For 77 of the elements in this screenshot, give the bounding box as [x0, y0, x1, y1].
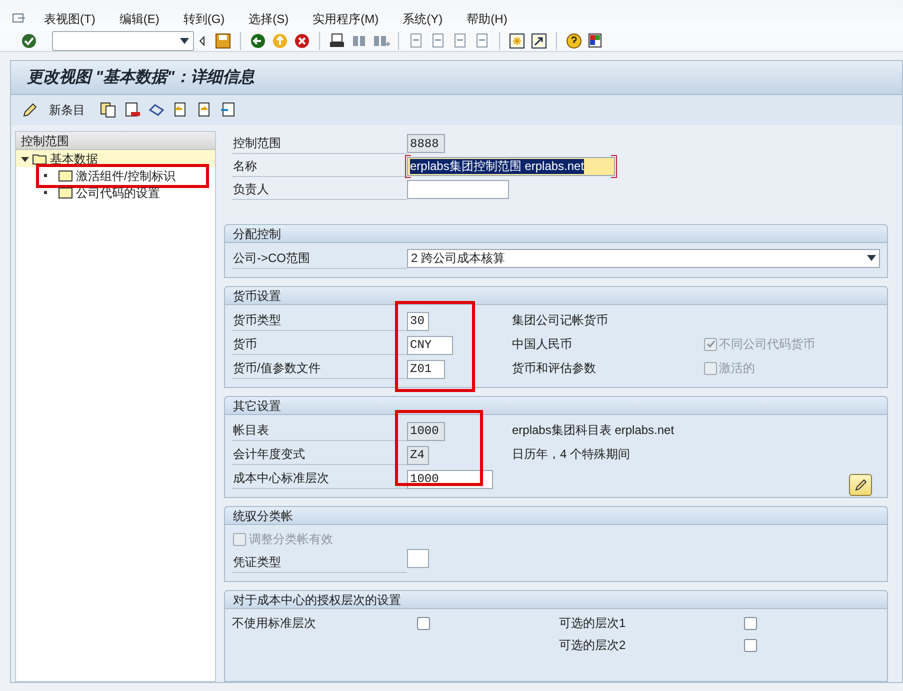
bullet-icon [44, 191, 47, 194]
checkbox-label: 激活的 [719, 360, 755, 377]
print-icon[interactable] [328, 32, 346, 50]
checkbox-label: 调整分类帐有效 [249, 531, 333, 548]
menu-item[interactable]: 转到(G) [183, 10, 231, 28]
bullet-icon [44, 174, 47, 177]
delete-icon[interactable] [123, 101, 141, 119]
command-field[interactable] [52, 31, 194, 51]
screen-title: 更改视图 "基本数据"：详细信息 [27, 67, 255, 88]
shortcut-icon[interactable] [530, 32, 548, 50]
menu-item[interactable]: 系统(Y) [402, 10, 449, 28]
input-field[interactable]: Z4 [407, 446, 429, 464]
field-label: 控制范围 [232, 133, 407, 154]
description-text: 集团公司记帐货币 [512, 312, 609, 329]
section-title: 对于成本中心的授权层次的设置 [225, 591, 887, 609]
input-field[interactable]: erplabs集团控制范围 erplabs.net [407, 157, 615, 176]
input-field[interactable]: 1000 [407, 422, 445, 440]
tree-item[interactable]: 激活组件/控制标识 [76, 166, 176, 184]
field-label: 凭证类型 [232, 552, 407, 572]
copy-icon[interactable] [99, 101, 117, 119]
checkbox-label: 不使用标准层次 [232, 615, 317, 632]
field-label: 负责人 [232, 179, 407, 200]
back-icon[interactable] [249, 32, 267, 50]
input-field[interactable] [407, 548, 429, 568]
folder-icon [58, 170, 73, 182]
caret-icon [867, 255, 876, 261]
help-icon[interactable] [565, 32, 583, 50]
checkbox-label: 可选的层次2 [559, 637, 627, 654]
section-title: 分配控制 [225, 225, 887, 243]
new-entry-button[interactable]: 新条目 [45, 101, 89, 119]
section-title: 货币设置 [225, 287, 887, 305]
confirm-icon[interactable] [20, 32, 38, 50]
dropdown-field[interactable]: 2 跨公司成本核算 [407, 248, 880, 268]
field-label: 公司->CO范围 [232, 248, 407, 268]
field-label: 成本中心标准层次 [232, 468, 407, 488]
pencil-icon [854, 478, 868, 492]
cancel-icon[interactable] [293, 32, 311, 50]
field-label: 名称 [232, 156, 407, 177]
field-label: 帐目表 [232, 420, 407, 440]
tree-header: 控制范围 [16, 132, 215, 150]
field-label: 货币/值参数文件 [232, 358, 407, 378]
section-title: 其它设置 [225, 397, 887, 415]
undo-icon[interactable] [147, 101, 165, 119]
edit-button[interactable] [849, 474, 872, 496]
menu-item[interactable]: 编辑(E) [119, 10, 166, 28]
description-text: 中国人民币 [512, 336, 573, 353]
input-field[interactable]: 30 [407, 312, 429, 330]
save-icon[interactable] [214, 32, 232, 50]
checkbox-label: 可选的层次1 [559, 615, 627, 632]
checkbox[interactable] [744, 616, 757, 630]
tree-item[interactable]: 公司代码的设置 [76, 184, 160, 202]
description-text: 货币和评估参数 [512, 360, 597, 377]
menu-item[interactable]: 帮助(H) [466, 10, 514, 28]
other-entry-icon[interactable] [219, 101, 237, 119]
folder-icon [32, 152, 47, 164]
input-field[interactable]: Z01 [407, 360, 445, 378]
checkbox[interactable] [744, 638, 757, 652]
description-text: 日历年，4 个特殊期间 [512, 446, 632, 463]
new-session-icon[interactable] [508, 32, 526, 50]
checkbox-label: 不同公司代码货币 [719, 336, 815, 353]
input-field[interactable]: 8888 [407, 134, 445, 153]
field-label: 会计年度变式 [232, 444, 407, 464]
input-field[interactable]: CNY [407, 336, 453, 354]
field-label: 货币 [232, 334, 407, 354]
input-field[interactable] [407, 180, 509, 199]
caret-icon [180, 38, 189, 44]
description-text: erplabs集团科目表 erplabs.net [512, 422, 676, 439]
expand-arrow-icon[interactable] [21, 154, 29, 162]
menu-item[interactable]: 选择(S) [248, 10, 295, 28]
section-title: 统驭分类帐 [225, 507, 887, 525]
checkbox[interactable] [417, 616, 430, 630]
menu-item[interactable]: 实用程序(M) [312, 10, 385, 28]
field-label: 货币类型 [232, 310, 407, 330]
menu-item[interactable]: 表视图(T) [44, 10, 102, 28]
menu-icon[interactable] [12, 12, 26, 26]
pencil-icon[interactable] [21, 101, 39, 119]
folder-icon [58, 186, 73, 198]
